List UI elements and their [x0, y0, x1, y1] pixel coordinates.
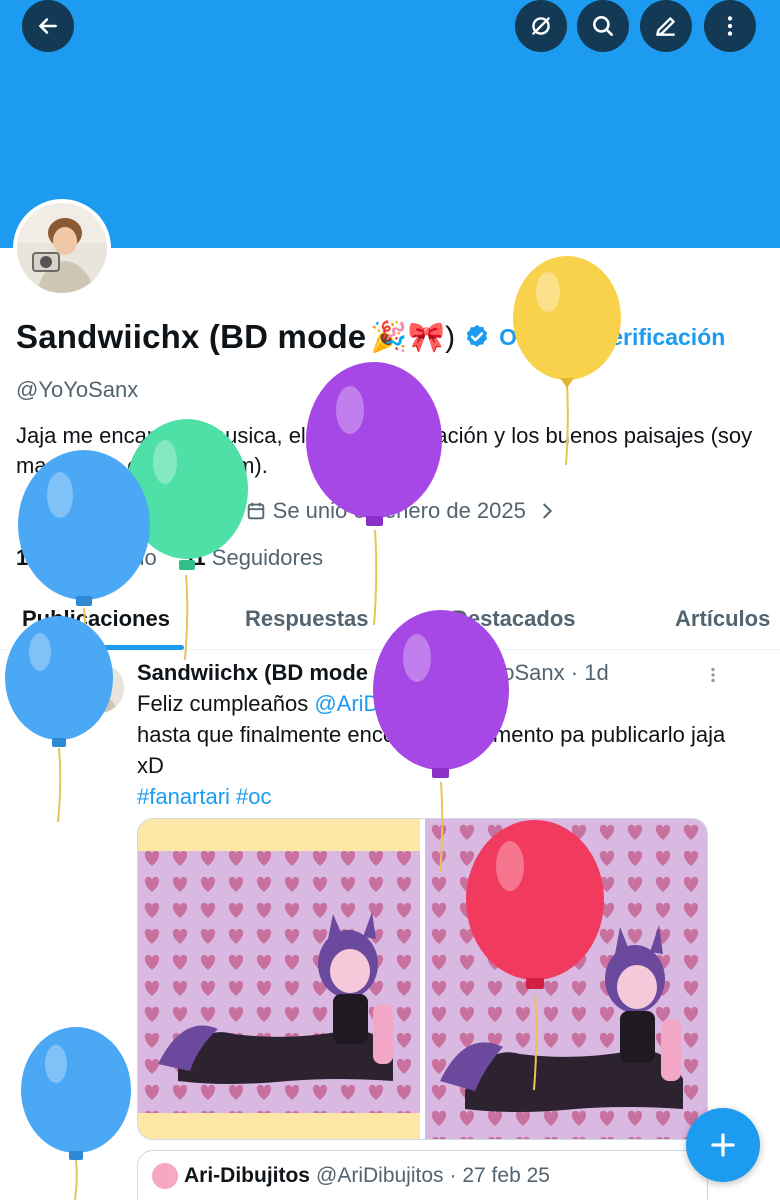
quoted-post[interactable]: Ari-Dibujitos @AriDibujitos · 27 feb 25 — [137, 1150, 708, 1200]
quoted-author-name: Ari-Dibujitos — [184, 1164, 310, 1187]
grok-button[interactable] — [515, 0, 567, 52]
tab-respuestas[interactable]: Respuestas — [245, 606, 369, 632]
following-label: Siguiendo — [58, 545, 157, 570]
media-image-2[interactable] — [425, 819, 708, 1140]
verified-badge-icon — [466, 324, 488, 347]
followers-link[interactable]: 31 Seguidores — [181, 545, 323, 570]
quoted-post-date: · 27 feb 25 — [449, 1164, 550, 1187]
display-name: Sandwiichx (BD mode — [16, 318, 367, 355]
post-time[interactable]: · 1d — [571, 660, 609, 685]
followers-count: 31 — [181, 545, 206, 570]
tab-articulos[interactable]: Artículos — [675, 606, 770, 632]
follow-stats: 106 Siguiendo 31 Seguidores — [16, 545, 323, 571]
profile-handle: @YoYoSanx — [16, 377, 139, 402]
following-count: 106 — [16, 545, 53, 570]
edit-icon — [656, 17, 675, 36]
location-pin-icon — [20, 502, 34, 521]
post-avatar-photo — [74, 663, 124, 713]
arrow-left-icon — [39, 18, 57, 34]
more-options-button[interactable] — [704, 0, 756, 52]
post-body: Feliz cumpleaños @AriDibujitos 🎉 hasta q… — [137, 688, 737, 812]
post-text-line2: hasta que finalmente encontre el momento… — [137, 722, 726, 778]
active-tab-indicator — [22, 645, 184, 650]
tab-destacados[interactable]: Destacados — [452, 606, 576, 632]
profile-tabs: Publicaciones Respuestas Destacados Artí… — [0, 594, 780, 650]
joined-date[interactable]: Se unió en enero de 2025 — [245, 498, 564, 524]
chevron-right-icon — [543, 503, 552, 519]
post-author-name[interactable]: Sandwiichx (BD mode 🎉🎀) — [137, 660, 436, 685]
media-image-1[interactable] — [138, 819, 420, 1140]
calendar-icon — [247, 502, 264, 520]
followers-label: Seguidores — [211, 545, 324, 570]
search-button[interactable] — [577, 0, 629, 52]
post-media[interactable] — [137, 818, 708, 1140]
edit-button[interactable] — [640, 0, 692, 52]
post-hashtags[interactable]: #fanartari #oc — [137, 784, 272, 809]
post-text-prefix: Feliz cumpleaños — [137, 691, 315, 716]
plus-icon — [711, 1133, 735, 1157]
joined-text: Se unió en enero de 2025 — [272, 498, 526, 523]
back-button[interactable] — [22, 0, 74, 52]
profile-avatar[interactable] — [13, 199, 111, 297]
post-author-handle[interactable]: @YoYoSanx — [442, 660, 564, 685]
profile-name-row: Sandwiichx (BD mode 🎉🎀) Obtén la verific… — [16, 318, 725, 356]
quoted-post-header: Ari-Dibujitos @AriDibujitos · 27 feb 25 — [152, 1163, 550, 1189]
post-mention[interactable]: @AriDibujitos — [314, 691, 448, 716]
balloon-purple-top — [306, 362, 442, 626]
post-text-emoji: 🎉 — [447, 691, 482, 716]
compose-fab[interactable] — [686, 1108, 760, 1182]
post-header: Sandwiichx (BD mode 🎉🎀) @YoYoSanx · 1d — [137, 660, 609, 686]
following-link[interactable]: 106 Siguiendo — [16, 545, 157, 570]
balloon-blue-bottom — [21, 1027, 131, 1200]
get-verified-link[interactable]: Obtén la verificación — [499, 324, 725, 351]
more-vertical-icon — [727, 16, 733, 36]
post-more-icon[interactable] — [702, 662, 724, 688]
name-emoji: 🎉🎀) — [370, 320, 456, 354]
profile-meta: ¡Feliz cumpleaños! Se unió en enero de 2… — [16, 498, 564, 524]
birthday-text: ¡Feliz cumpleaños! — [44, 498, 229, 523]
grok-icon — [532, 17, 550, 35]
post-author-avatar[interactable] — [74, 663, 124, 713]
profile-bio: Jaja me encanta la musica, el cine, la a… — [16, 423, 753, 478]
search-icon — [593, 16, 613, 36]
quoted-author-handle: @AriDibujitos — [316, 1164, 444, 1187]
avatar-photo — [17, 203, 107, 293]
tab-publicaciones[interactable]: Publicaciones — [22, 606, 170, 632]
quoted-author-avatar — [152, 1163, 178, 1189]
